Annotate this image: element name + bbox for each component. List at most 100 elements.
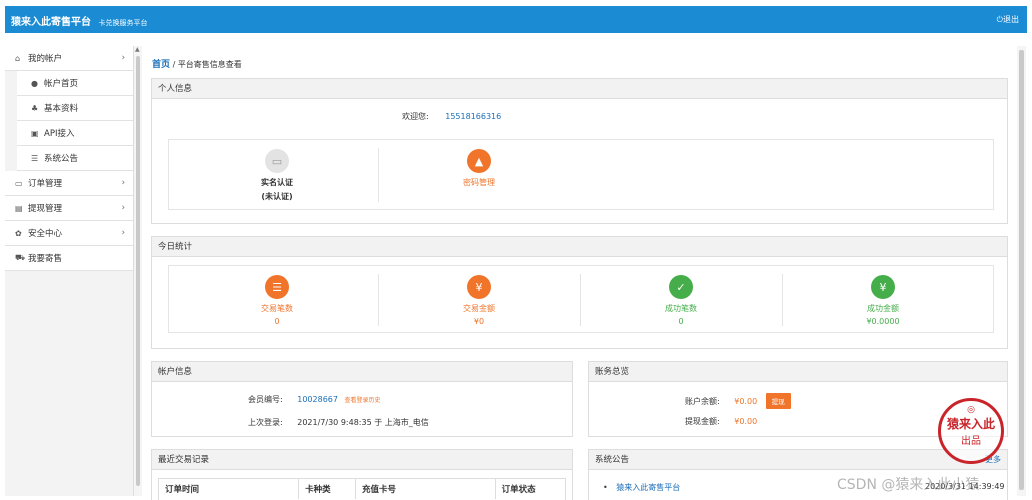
stat-label: 交易金额 bbox=[463, 304, 495, 313]
last-login-label: 上次登录: bbox=[248, 418, 283, 427]
balance-value: ¥0.00 bbox=[734, 397, 758, 406]
stats-box: ☰ 交易笔数 0 ¥ 交易金额 ¥0 ✓ 成功笔数 0 ¥ 成功金额 ¥0.00… bbox=[168, 265, 994, 333]
withdraw-button[interactable]: 提现 bbox=[765, 393, 791, 409]
seal-line1: 猿来入此 bbox=[946, 417, 995, 431]
sidebar-item-label: 提现管理 bbox=[28, 204, 63, 214]
sidebar-item-notice[interactable]: ☰ 系统公告 bbox=[17, 146, 133, 171]
notice-item[interactable]: • 猿来入此寄售平台 bbox=[603, 482, 680, 493]
login-history-link[interactable]: 查看登录历史 bbox=[345, 397, 381, 404]
header: 猿来入此寄售平台 卡兑换服务平台 ⏻退出 bbox=[5, 6, 1027, 33]
recent-trades-panel: 最近交易记录 订单时间 卡种类 充值卡号 订单状态 bbox=[151, 449, 573, 500]
column-order-status: 订单状态 bbox=[501, 485, 536, 495]
table-header: 订单时间 卡种类 充值卡号 订单状态 bbox=[159, 479, 565, 499]
divider bbox=[378, 274, 379, 326]
seal-stamp: ◎ 猿来入此 出品 bbox=[938, 398, 1004, 464]
profile-box: ▭ 实名认证 (未认证) ▲ 密码管理 bbox=[168, 139, 994, 210]
divider bbox=[580, 274, 581, 326]
breadcrumb: 首页 / 平台寄售信息查看 bbox=[152, 57, 242, 70]
realname-block[interactable]: ▭ 实名认证 (未认证) bbox=[217, 149, 337, 202]
list-icon: ☰ bbox=[31, 153, 39, 163]
username-value: 15518166316 bbox=[445, 112, 502, 121]
stat-success-amount: ¥ 成功金额 ¥0.0000 bbox=[823, 275, 943, 326]
lock-icon: ▣ bbox=[31, 128, 39, 138]
stat-trade-amount: ¥ 交易金额 ¥0 bbox=[419, 275, 539, 326]
app-title: 猿来入此寄售平台 bbox=[11, 17, 91, 28]
withdrawn-value: ¥0.00 bbox=[734, 417, 758, 426]
sidebar-item-profile[interactable]: ♣ 基本资料 bbox=[17, 96, 133, 121]
sidebar-item-api[interactable]: ▣ API接入 bbox=[17, 121, 133, 146]
panel-title: 个人信息 bbox=[152, 79, 1007, 99]
sidebar-item-label: 安全中心 bbox=[28, 229, 63, 239]
sidebar-item-sell[interactable]: ⛟ 我要寄售 bbox=[5, 246, 133, 271]
id-card-icon: ▭ bbox=[265, 149, 289, 173]
last-login-row: 上次登录: 2021/7/30 9:48:35 于 上海市_电信 bbox=[248, 417, 429, 428]
sidebar-item-label: 我要寄售 bbox=[28, 254, 63, 264]
stat-value: ¥0 bbox=[473, 317, 485, 326]
realname-title: 实名认证 bbox=[261, 178, 293, 187]
stat-success-count: ✓ 成功笔数 0 bbox=[621, 275, 741, 326]
member-label: 会员编号: bbox=[248, 395, 283, 404]
withdrawn-row: 提现金额: ¥0.00 bbox=[685, 416, 757, 427]
stat-label: 成功笔数 bbox=[665, 304, 697, 313]
today-stats-panel: 今日统计 ☰ 交易笔数 0 ¥ 交易金额 ¥0 ✓ 成功笔数 0 ¥ 成功金额 … bbox=[151, 236, 1008, 349]
sidebar-item-label: 订单管理 bbox=[28, 179, 63, 189]
realname-status: (未认证) bbox=[261, 192, 293, 201]
sidebar-item-label: 系统公告 bbox=[44, 154, 79, 164]
top-bar: 猿来入此寄售平台 卡兑换服务平台 ⏻退出 bbox=[0, 0, 1032, 35]
trades-table: 订单时间 卡种类 充值卡号 订单状态 bbox=[158, 478, 566, 500]
chevron-right-icon: › bbox=[121, 228, 125, 238]
column-order-time: 订单时间 bbox=[159, 479, 300, 499]
stat-trade-count: ☰ 交易笔数 0 bbox=[217, 275, 337, 326]
member-id: 10028667 bbox=[297, 395, 338, 404]
scroll-up-icon[interactable]: ▲ bbox=[135, 46, 140, 53]
scrollbar-thumb[interactable] bbox=[136, 56, 140, 486]
stat-label: 交易笔数 bbox=[261, 304, 293, 313]
card-icon: ▭ bbox=[15, 178, 23, 188]
sidebar-item-label: 我的帐户 bbox=[28, 54, 63, 64]
panel-title: 系统公告 bbox=[589, 450, 1007, 470]
bullet-icon: • bbox=[603, 483, 608, 492]
yen-icon: ¥ bbox=[871, 275, 895, 299]
divider bbox=[782, 274, 783, 326]
sidebar-item-label: 基本资料 bbox=[44, 104, 79, 114]
breadcrumb-current: 平台寄售信息查看 bbox=[177, 60, 242, 69]
sidebar-item-my-account[interactable]: ⌂ 我的帐户 › bbox=[5, 46, 133, 71]
scrollbar-thumb[interactable] bbox=[1019, 50, 1024, 490]
last-login-value: 2021/7/30 9:48:35 于 上海市_电信 bbox=[297, 418, 429, 427]
user-icon: ● bbox=[31, 78, 38, 88]
logout-button[interactable]: ⏻退出 bbox=[997, 14, 1019, 25]
sidebar-item-withdraw[interactable]: ▤ 提现管理 › bbox=[5, 196, 133, 221]
password-block[interactable]: ▲ 密码管理 bbox=[419, 149, 539, 188]
lock-icon: ▲ bbox=[467, 149, 491, 173]
main-scrollbar[interactable] bbox=[1017, 46, 1026, 496]
sidebar-item-account-home[interactable]: ● 帐户首页 bbox=[17, 71, 133, 96]
notice-link[interactable]: 猿来入此寄售平台 bbox=[616, 483, 680, 492]
brand[interactable]: 猿来入此寄售平台 卡兑换服务平台 bbox=[11, 13, 147, 28]
panel-title: 帐户信息 bbox=[152, 362, 572, 382]
stat-value: 0 bbox=[678, 317, 684, 326]
yen-icon: ¥ bbox=[467, 275, 491, 299]
seal-line2: 出品 bbox=[961, 436, 981, 447]
home-icon: ⌂ bbox=[15, 53, 21, 63]
sidebar-scrollbar[interactable]: ▲ bbox=[134, 46, 142, 496]
breadcrumb-home-link[interactable]: 首页 bbox=[152, 60, 170, 70]
balance-row: 账户余额: ¥0.00 提现 bbox=[685, 393, 791, 409]
sitemap-icon: ♣ bbox=[31, 103, 39, 113]
stat-label: 成功金额 bbox=[867, 304, 899, 313]
panel-title: 今日统计 bbox=[152, 237, 1007, 257]
sidebar-item-security[interactable]: ✿ 安全中心 › bbox=[5, 221, 133, 246]
gear-icon: ✿ bbox=[15, 228, 22, 238]
password-label: 密码管理 bbox=[463, 178, 495, 187]
credit-card-icon: ▤ bbox=[15, 203, 23, 213]
personal-info-panel: 个人信息 欢迎您: 15518166316 ▭ 实名认证 (未认证) ▲ 密码管… bbox=[151, 78, 1008, 224]
sidebar-item-label: API接入 bbox=[44, 129, 75, 139]
app-subtitle: 卡兑换服务平台 bbox=[98, 19, 148, 27]
divider bbox=[378, 148, 379, 202]
chevron-right-icon: › bbox=[121, 203, 125, 213]
panel-title: 账务总览 bbox=[589, 362, 1007, 382]
table-icon: ☰ bbox=[265, 275, 289, 299]
sidebar-item-label: 帐户首页 bbox=[44, 79, 79, 89]
seal-ring-icon: ◎ bbox=[967, 405, 975, 415]
chevron-right-icon: › bbox=[121, 178, 125, 188]
sidebar-item-orders[interactable]: ▭ 订单管理 › bbox=[5, 171, 133, 196]
